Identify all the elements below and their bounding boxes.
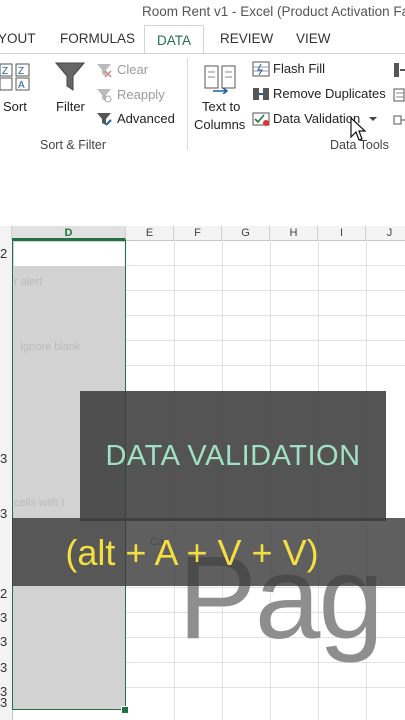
column-header-e[interactable]: E [126, 226, 174, 240]
svg-text:A: A [18, 80, 25, 91]
tab-view[interactable]: VIEW [296, 31, 331, 46]
text-to-columns-label-line2[interactable]: Columns [194, 117, 245, 132]
column-header-h[interactable]: H [270, 226, 318, 240]
row-value: 2 [0, 586, 8, 601]
row-value: 3 [0, 634, 8, 649]
filter-funnel-icon [54, 62, 86, 91]
sort-button[interactable]: Z Z A [0, 62, 32, 94]
flash-fill-label: Flash Fill [273, 61, 326, 76]
what-if-analysis-icon[interactable] [393, 87, 405, 103]
data-tools-group-label: Data Tools [330, 138, 389, 152]
filter-label[interactable]: Filter [56, 99, 85, 114]
tab-review[interactable]: REVIEW [220, 31, 273, 46]
tab-formulas[interactable]: FORMULAS [60, 31, 135, 46]
row-value: 3 [0, 660, 8, 675]
advanced-button[interactable]: Advanced [96, 111, 186, 129]
row-value: 3 [0, 451, 8, 466]
chevron-down-icon[interactable] [368, 115, 378, 123]
filter-button[interactable] [54, 60, 86, 94]
formula-bar-area [0, 154, 405, 226]
flash-fill-button[interactable]: Flash Fill [252, 61, 402, 79]
row-value: 3 [0, 684, 8, 699]
column-header-j[interactable]: J [366, 226, 405, 240]
text-to-columns-button[interactable] [203, 62, 237, 95]
data-validation-icon [252, 112, 270, 126]
row-value: 2 [0, 246, 8, 261]
column-header-g[interactable]: G [222, 226, 270, 240]
text-to-columns-label-line1[interactable]: Text to [202, 99, 240, 114]
ghost-text: cells with t [14, 497, 65, 509]
active-cell[interactable] [13, 241, 125, 266]
remove-duplicates-icon [253, 88, 269, 100]
banner-shortcut: (alt + A + V + V) [65, 532, 319, 573]
group-separator [187, 58, 188, 150]
text-to-columns-icon [204, 65, 236, 95]
select-all-corner[interactable] [0, 226, 12, 240]
remove-duplicates-button[interactable]: Remove Duplicates [252, 86, 402, 104]
banner-title: DATA VALIDATION [105, 440, 361, 472]
tab-page-layout[interactable]: YOUT [0, 31, 36, 46]
data-validation-label: Data Validation [273, 111, 361, 126]
ribbon-tabs: YOUT FORMULAS DATA REVIEW VIEW [0, 25, 405, 54]
window-title: Room Rent v1 - Excel (Product Activation… [142, 4, 405, 19]
title-bar: Room Rent v1 - Excel (Product Activation… [0, 0, 405, 25]
clear-button[interactable]: Clear [96, 62, 186, 80]
column-header-i[interactable]: I [318, 226, 366, 240]
column-header-d[interactable]: D [12, 226, 126, 240]
reapply-filter-icon [97, 89, 112, 103]
ribbon: Z Z A Sort Filter Clear Reapply Advanced… [0, 53, 405, 155]
column-header-f[interactable]: F [174, 226, 222, 240]
sort-filter-group-label: Sort & Filter [40, 138, 106, 152]
remove-duplicates-label: Remove Duplicates [273, 86, 386, 101]
sort-icon: Z Z A [0, 63, 30, 91]
tab-data[interactable]: DATA [144, 25, 204, 54]
consolidate-icon[interactable] [393, 62, 405, 78]
svg-text:Z: Z [2, 66, 8, 77]
reapply-label: Reapply [117, 87, 165, 102]
column-headers: D E F G H I J [0, 226, 405, 241]
reapply-button[interactable]: Reapply [96, 87, 186, 105]
clear-label: Clear [117, 62, 149, 77]
sort-label[interactable]: Sort [3, 99, 27, 114]
advanced-filter-icon [97, 113, 112, 126]
clear-filter-icon [97, 64, 112, 78]
svg-text:Z: Z [18, 66, 24, 77]
relationships-icon[interactable] [393, 112, 405, 128]
flash-fill-icon [252, 61, 270, 77]
row-value: 3 [0, 506, 8, 521]
fill-handle[interactable] [121, 706, 129, 714]
advanced-label: Advanced [117, 111, 175, 126]
ghost-text: Ignore blank [20, 341, 81, 353]
ghost-text: r alert [14, 276, 43, 288]
row-value: 3 [0, 610, 8, 625]
